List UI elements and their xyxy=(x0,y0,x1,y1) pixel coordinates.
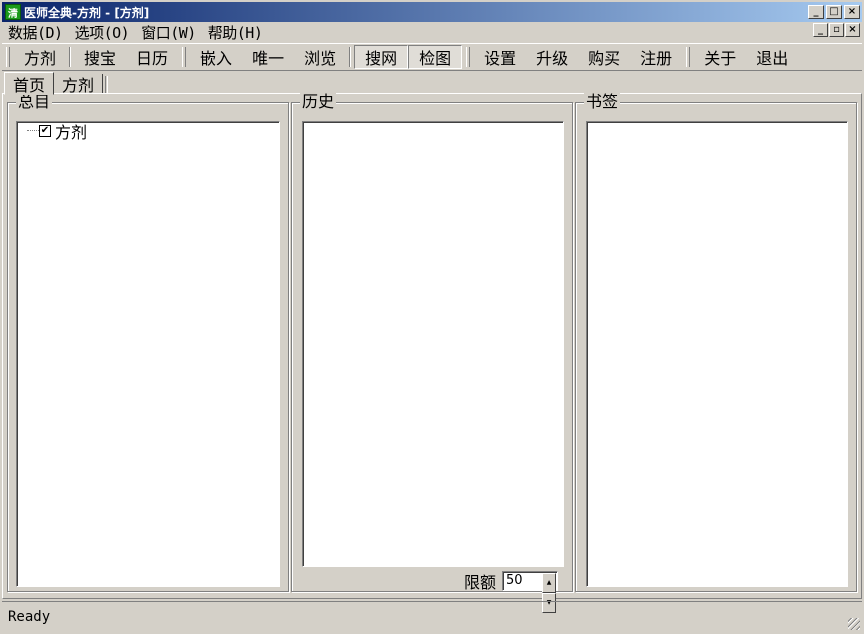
catalog-group: 总目 ✔ 方剂 xyxy=(7,93,289,592)
about-button[interactable]: 关于 xyxy=(694,45,746,69)
spin-up-icon[interactable]: ▲ xyxy=(542,573,557,593)
embed-button[interactable]: 嵌入 xyxy=(190,45,242,69)
toolbar: 方剂 搜宝 日历 嵌入 唯一 浏览 搜网 检图 设置 升级 购买 注册 关于 退… xyxy=(2,43,862,71)
history-list[interactable] xyxy=(302,121,564,567)
tree-item-formula[interactable]: ✔ 方剂 xyxy=(39,122,88,142)
tab-separator xyxy=(105,76,109,94)
catalog-title: 总目 xyxy=(16,92,53,111)
child-close-button[interactable]: × xyxy=(845,23,860,37)
tab-home[interactable]: 首页 xyxy=(4,72,55,95)
upgrade-button[interactable]: 升级 xyxy=(526,45,578,69)
formula-button[interactable]: 方剂 xyxy=(14,45,66,69)
status-text: Ready xyxy=(8,609,51,625)
close-button[interactable]: × xyxy=(844,5,860,19)
status-bar: Ready xyxy=(2,601,862,632)
menu-options[interactable]: 选项(O) xyxy=(69,22,136,43)
bookmarks-group: 书签 xyxy=(575,93,857,592)
browse-button[interactable]: 浏览 xyxy=(294,45,346,69)
home-page: 总目 ✔ 方剂 历史 限额 50 ▲ ▼ 书签 xyxy=(2,93,862,613)
history-title: 历史 xyxy=(300,92,337,111)
maximize-button[interactable]: □ xyxy=(826,5,842,19)
limit-spinner[interactable]: 50 ▲ ▼ xyxy=(502,571,559,613)
register-button[interactable]: 注册 xyxy=(630,45,682,69)
limit-value[interactable]: 50 xyxy=(506,573,523,588)
unique-button[interactable]: 唯一 xyxy=(242,45,294,69)
child-restore-button[interactable]: ▫ xyxy=(829,23,844,37)
resize-grip-icon[interactable] xyxy=(848,618,860,630)
app-icon: 清 xyxy=(5,4,21,20)
tab-formula[interactable]: 方剂 xyxy=(54,74,104,95)
child-minimize-button[interactable]: _ xyxy=(813,23,828,37)
menu-bar: 数据(D) 选项(O) 窗口(W) 帮助(H) _ ▫ × xyxy=(2,22,862,42)
tree-item-label: 方剂 xyxy=(55,123,88,142)
calendar-button[interactable]: 日历 xyxy=(126,45,178,69)
history-group: 历史 限额 50 ▲ ▼ xyxy=(291,93,573,613)
toolbar-grip[interactable] xyxy=(466,47,471,67)
toolbar-grip[interactable] xyxy=(6,47,10,67)
toolbar-separator xyxy=(69,47,72,67)
limit-label: 限额 xyxy=(464,573,497,592)
bookmarks-title: 书签 xyxy=(584,92,621,111)
web-search-button[interactable]: 搜网 xyxy=(354,45,409,69)
menu-window[interactable]: 窗口(W) xyxy=(135,22,202,43)
tree-connector xyxy=(27,130,39,131)
toolbar-grip[interactable] xyxy=(686,47,691,67)
title-bar: 清 医师全典-方剂 - [方剂] _ □ × xyxy=(2,2,862,22)
buy-button[interactable]: 购买 xyxy=(578,45,630,69)
settings-button[interactable]: 设置 xyxy=(474,45,526,69)
limit-row: 限额 50 ▲ ▼ xyxy=(464,569,559,613)
exit-button[interactable]: 退出 xyxy=(746,45,798,69)
toolbar-grip[interactable] xyxy=(182,47,187,67)
tab-strip: 首页 方剂 xyxy=(4,72,109,95)
menu-data[interactable]: 数据(D) xyxy=(2,22,69,43)
window-title: 医师全典-方剂 - [方剂] xyxy=(24,5,150,20)
minimize-button[interactable]: _ xyxy=(808,5,824,19)
catalog-tree[interactable]: ✔ 方剂 xyxy=(16,121,280,587)
image-search-button[interactable]: 检图 xyxy=(408,45,463,69)
menu-help[interactable]: 帮助(H) xyxy=(202,22,269,43)
toolbar-separator xyxy=(349,47,352,67)
search-treasure-button[interactable]: 搜宝 xyxy=(74,45,126,69)
checkbox-checked-icon[interactable]: ✔ xyxy=(39,125,51,137)
bookmarks-list[interactable] xyxy=(586,121,848,587)
